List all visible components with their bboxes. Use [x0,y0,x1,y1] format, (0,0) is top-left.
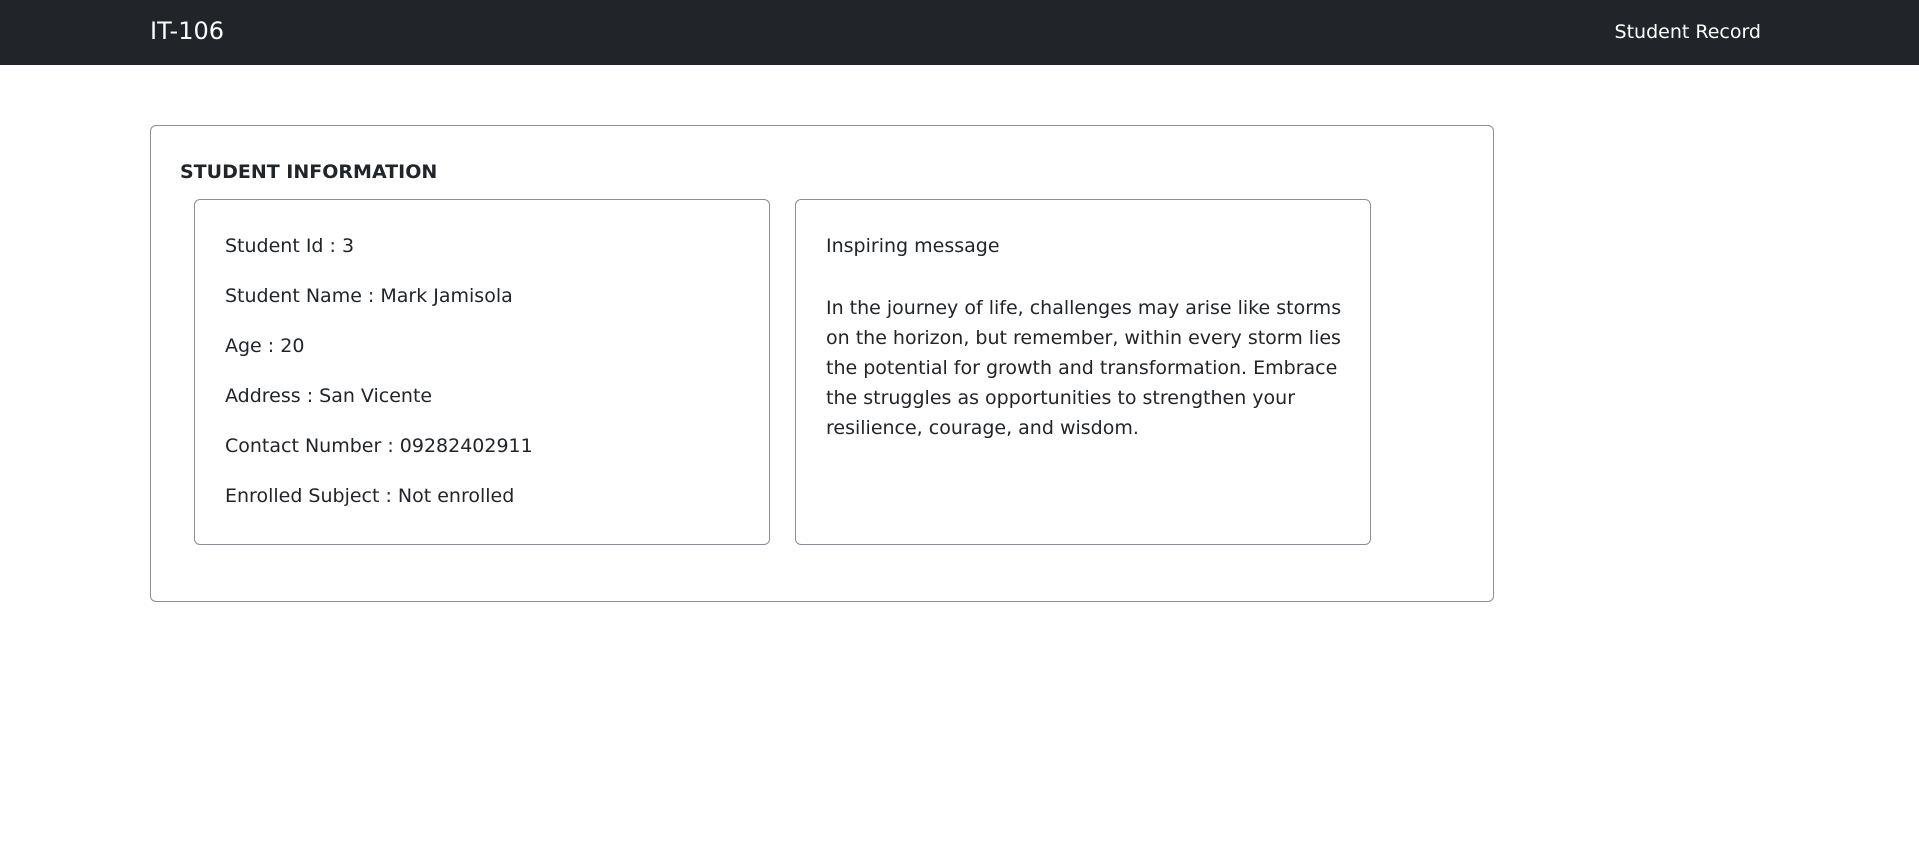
navbar-brand[interactable]: IT-106 [150,16,224,46]
nav-link-student-record[interactable]: Student Record [1615,20,1761,44]
top-navbar: IT-106 Student Record [0,0,1919,65]
student-details-card: Student Id : 3 Student Name : Mark Jamis… [194,199,770,545]
message-title: Inspiring message [826,235,1000,257]
student-id: Student Id : 3 [225,235,355,257]
message-body: In the journey of life, challenges may a… [826,297,1342,439]
student-age: Age : 20 [225,335,305,357]
section-title: STUDENT INFORMATION [180,161,438,183]
inspiring-message-card: Inspiring message In the journey of life… [795,199,1371,545]
student-name: Student Name : Mark Jamisola [225,285,513,307]
student-enrolled-subject: Enrolled Subject : Not enrolled [225,485,515,507]
student-contact-number: Contact Number : 09282402911 [225,435,533,457]
student-address: Address : San Vicente [225,385,433,407]
